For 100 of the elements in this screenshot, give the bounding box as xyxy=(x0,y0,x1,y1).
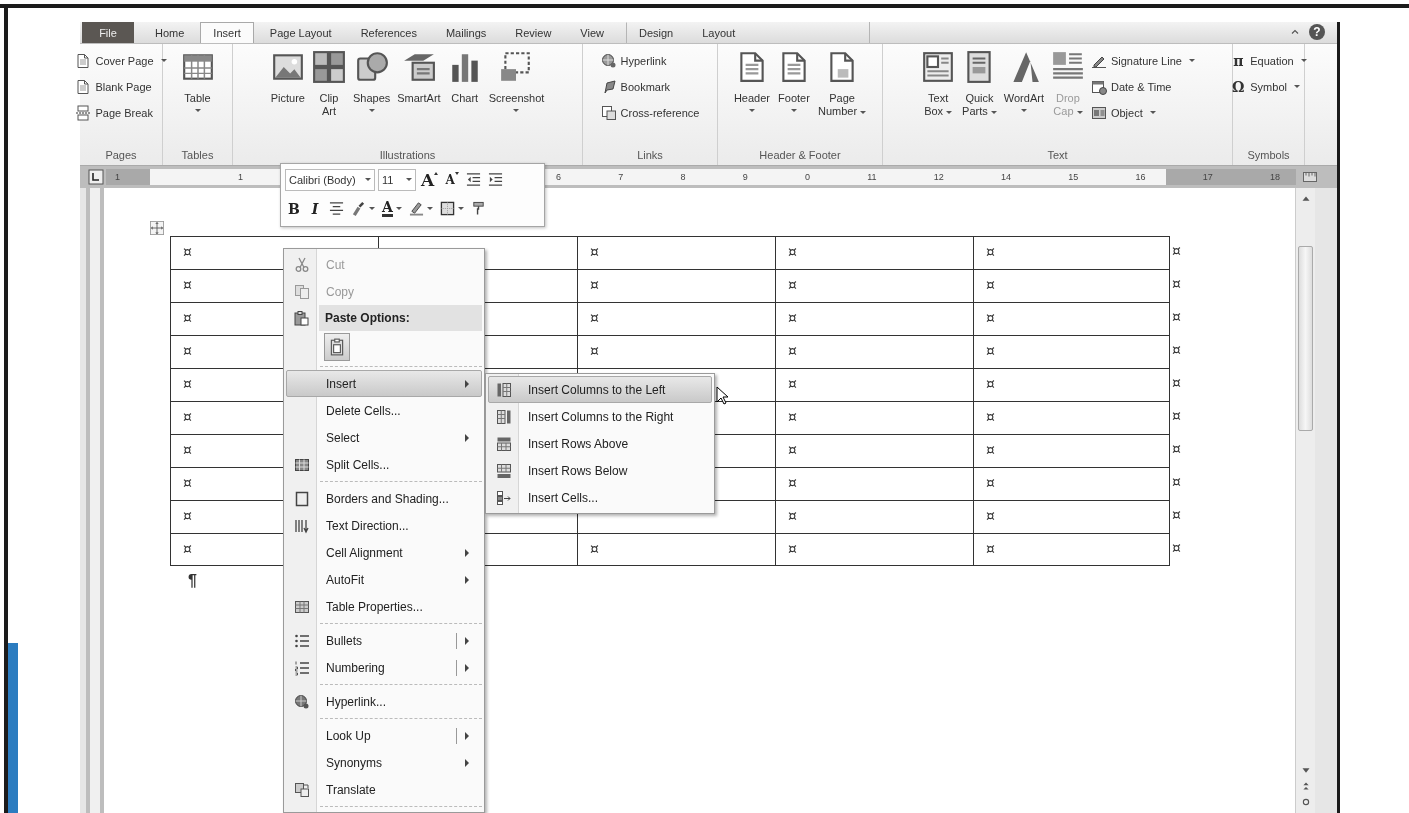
menu-item[interactable]: Translate xyxy=(286,776,482,803)
ribbon-button[interactable]: Text Box xyxy=(918,48,959,120)
ribbon-tab[interactable]: Mailings xyxy=(432,22,500,43)
table-cell: ¤ xyxy=(973,368,1170,401)
ribbon-button[interactable]: Header xyxy=(730,48,773,114)
text-direction-icon xyxy=(294,517,310,534)
ribbon-tab[interactable]: Layout xyxy=(689,22,749,43)
menu-item[interactable]: Insert Rows Above xyxy=(488,430,712,457)
table-cell: ¤ xyxy=(775,401,973,434)
ribbon-tab[interactable]: View xyxy=(567,22,617,43)
ribbon-tab[interactable]: Review xyxy=(502,22,565,43)
ribbon-tab[interactable]: References xyxy=(347,22,430,43)
table-cell: ¤ xyxy=(775,500,973,533)
ribbon-button[interactable]: Page Number xyxy=(814,48,870,120)
group-label: Links xyxy=(636,148,664,163)
file-tab[interactable]: File xyxy=(82,22,134,43)
ribbon-button[interactable]: Page Break xyxy=(73,101,169,124)
ruler-number: 0 xyxy=(804,172,810,182)
highlighter-icon xyxy=(408,201,424,216)
paste-button[interactable] xyxy=(324,333,350,361)
menu-item[interactable]: Insert Rows Below xyxy=(488,457,712,484)
ribbon-button[interactable]: Ω Symbol xyxy=(1228,75,1309,98)
end-of-row-mark: ¤ xyxy=(1171,275,1181,294)
ribbon-button[interactable]: Object xyxy=(1088,101,1197,124)
ribbon-button[interactable]: Blank Page xyxy=(73,75,169,98)
table-cell: ¤ xyxy=(973,236,1170,269)
menu-item[interactable]: Numbering xyxy=(286,654,482,681)
end-of-row-mark: ¤ xyxy=(1171,407,1181,426)
split-grid-icon xyxy=(294,456,310,473)
ribbon-button[interactable]: Shapes xyxy=(349,48,394,114)
ruler-number: 1 xyxy=(238,172,244,182)
outdent-icon xyxy=(466,172,482,187)
ruler-number: 18 xyxy=(1269,172,1280,182)
border-grid-icon xyxy=(439,201,455,216)
ribbon-button[interactable]: Hyperlink xyxy=(598,49,702,72)
page-break-icon xyxy=(75,104,92,121)
ruler-number: 9 xyxy=(742,172,748,182)
shapes-icon xyxy=(354,50,389,84)
caret-icon xyxy=(426,207,433,210)
help-icon[interactable]: ? xyxy=(1309,24,1325,40)
ribbon-button[interactable]: Picture xyxy=(267,48,308,107)
menu-item[interactable]: Insert Columns to the Right xyxy=(488,403,712,430)
ribbon-button[interactable]: SmartArt xyxy=(394,48,444,107)
menu-item[interactable]: Insert xyxy=(286,370,482,397)
menu-item[interactable]: AutoFit xyxy=(286,566,482,593)
font-color-button[interactable]: A xyxy=(380,197,404,220)
menu-item[interactable]: Synonyms xyxy=(286,749,482,776)
table-icon xyxy=(294,598,310,615)
ribbon-button[interactable]: Signature Line xyxy=(1088,49,1197,72)
ribbon-button[interactable]: Cross-reference xyxy=(598,101,702,124)
ribbon-button[interactable]: Chart xyxy=(444,48,485,107)
shrink-font-button[interactable]: A xyxy=(443,168,462,191)
translate-pages-icon xyxy=(294,781,310,798)
clipboard-icon xyxy=(293,310,309,326)
ribbon-button[interactable]: Table xyxy=(177,48,218,114)
table-column-icon xyxy=(496,408,512,425)
ribbon-button[interactable]: Bookmark xyxy=(598,75,702,98)
ribbon-button[interactable]: Date & Time xyxy=(1088,75,1197,98)
embedded-object-icon xyxy=(1090,104,1107,121)
menu-item[interactable]: Hyperlink... xyxy=(286,688,482,715)
move-handle-icon[interactable] xyxy=(150,221,164,235)
ruler-toggle-icon[interactable] xyxy=(1302,169,1318,185)
table-cell: ¤ xyxy=(775,434,973,467)
bold-button[interactable]: B xyxy=(285,197,303,220)
table-cell: ¤ xyxy=(775,467,973,500)
caret-icon xyxy=(369,207,375,210)
ribbon-tab[interactable]: Page Layout xyxy=(256,22,345,43)
table-cell: ¤ xyxy=(973,335,1170,368)
ribbon-button[interactable]: WordArt xyxy=(1000,48,1047,114)
table-cell: ¤ xyxy=(973,467,1170,500)
ribbon-button[interactable]: Clip Art xyxy=(308,48,349,120)
table-cells-icon xyxy=(496,489,512,506)
font-name-field[interactable]: Calibri (Body) xyxy=(285,168,375,191)
menu-item[interactable]: Table Properties... xyxy=(286,593,482,620)
scroll-thumb[interactable] xyxy=(1298,246,1313,431)
font-size-field[interactable]: 11 xyxy=(378,168,416,191)
caret-icon xyxy=(406,178,412,181)
menu-item[interactable]: Look Up xyxy=(286,722,482,749)
globe-icon xyxy=(600,52,617,69)
ribbon-button[interactable]: Cover Page xyxy=(73,49,169,72)
ribbon-button[interactable]: π Equation xyxy=(1228,49,1309,72)
ribbon-button[interactable]: Quick Parts xyxy=(959,48,1000,120)
menu-item[interactable]: Bullets xyxy=(286,627,482,654)
group-label: Tables xyxy=(180,148,215,163)
end-of-row-mark: ¤ xyxy=(1171,374,1181,393)
ribbon-button[interactable]: Footer xyxy=(773,48,814,114)
italic-button[interactable]: I xyxy=(306,197,324,220)
ribbon-tab[interactable]: Insert xyxy=(200,22,254,43)
ribbon-button[interactable]: Screenshot xyxy=(485,48,548,114)
brush-icon xyxy=(351,201,366,216)
group-label: Pages xyxy=(104,148,138,163)
menu-item[interactable]: Insert Cells... xyxy=(488,484,712,511)
menu-item[interactable]: Insert Columns to the Left xyxy=(488,376,712,403)
ribbon-tab[interactable]: Home xyxy=(142,22,198,43)
page-icon xyxy=(75,78,92,95)
tab-stop-icon[interactable] xyxy=(88,169,104,185)
table-cell: ¤ xyxy=(973,401,1170,434)
grow-font-button[interactable]: A xyxy=(419,168,441,191)
ruler-number: 17 xyxy=(1202,172,1213,182)
table-cell: ¤ xyxy=(775,236,973,269)
